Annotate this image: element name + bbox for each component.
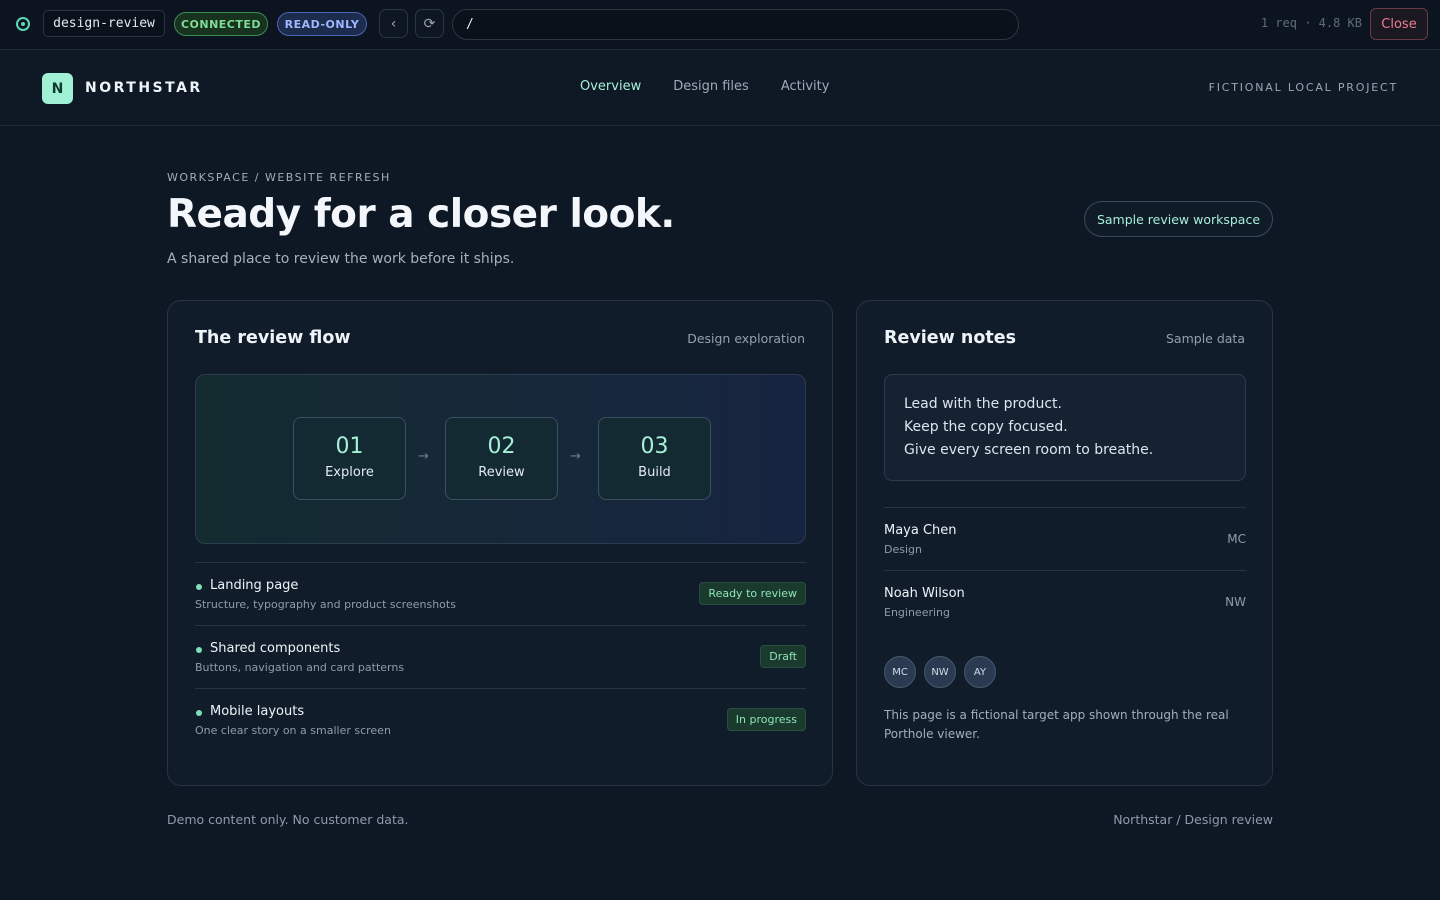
footer-location: Northstar / Design review [1113,812,1273,827]
project-tag: FICTIONAL LOCAL PROJECT [1208,81,1398,94]
list-item[interactable]: Mobile layouts One clear story on a smal… [195,688,806,751]
brand-logo-icon[interactable]: N [42,73,73,104]
card-meta: Design exploration [687,331,805,346]
notes-box: Lead with the product. Keep the copy foc… [884,374,1246,481]
reviewer-initials: NW [1225,595,1246,609]
item-title: Shared components [210,641,341,656]
flow-diagram: 01 Explore → 02 Review → 03 Build [195,374,806,544]
list-item[interactable]: Shared components Buttons, navigation an… [195,625,806,688]
url-text: / [466,17,474,32]
avatar[interactable]: AY [964,656,996,688]
item-title: Mobile layouts [210,704,305,719]
review-item-list: Landing page Structure, typography and p… [195,562,806,751]
card-title: Review notes [884,328,1017,348]
viewer-footnote: This page is a fictional target app show… [884,708,1229,741]
reload-icon: ⟳ [423,15,436,32]
note-line: Lead with the product. [904,396,1062,412]
breadcrumb: WORKSPACE / WEBSITE REFRESH [167,171,391,184]
viewer-toolbar: design-review CONNECTED READ-ONLY ‹ ⟳ / … [0,0,1440,50]
review-flow-card: The review flow Design exploration 01 Ex… [167,300,833,786]
status-dot-icon [196,584,202,590]
step-explore[interactable]: 01 Explore [293,417,406,500]
reviewer-initials: MC [1227,532,1246,546]
arrow-right-icon: → [418,449,429,464]
avatar[interactable]: NW [924,656,956,688]
note-line: Keep the copy focused. [904,419,1068,435]
footer-disclaimer: Demo content only. No customer data. [167,812,409,827]
close-button[interactable]: Close [1370,8,1428,40]
request-stats: 1 req · 4.8 KB [1260,16,1362,30]
review-notes-card: Review notes Sample data Lead with the p… [856,300,1273,786]
avatar-group: MC NW AY [884,656,996,688]
list-item[interactable]: Landing page Structure, typography and p… [195,562,806,625]
nav-design-files[interactable]: Design files [673,79,749,94]
reviewer-list: Maya Chen Design MC Noah Wilson Engineer… [884,507,1246,633]
status-dot-icon [196,710,202,716]
project-name[interactable]: design-review [43,10,165,37]
note-line: Give every screen room to breathe. [904,442,1154,458]
avatar[interactable]: MC [884,656,916,688]
card-meta: Sample data [1166,331,1245,346]
url-bar[interactable]: / [452,9,1019,40]
step-label: Explore [325,465,374,480]
reload-button[interactable]: ⟳ [415,9,444,38]
nav-activity[interactable]: Activity [781,79,830,94]
status-badge: In progress [726,708,806,731]
step-build[interactable]: 03 Build [598,417,711,500]
page-subtitle: A shared place to review the work before… [167,251,515,267]
brand-name[interactable]: NORTHSTAR [85,80,203,96]
reviewer-name: Maya Chen [884,523,957,538]
reviewer-role: Engineering [884,606,950,619]
step-review[interactable]: 02 Review [445,417,558,500]
step-number: 01 [335,434,364,459]
reviewer-row[interactable]: Noah Wilson Engineering NW [884,570,1246,633]
back-button[interactable]: ‹ [379,9,408,38]
step-label: Review [478,465,525,480]
app-header: N NORTHSTAR Overview Design files Activi… [0,50,1440,126]
status-badge: Draft [760,645,806,668]
reviewer-role: Design [884,543,922,556]
reviewer-name: Noah Wilson [884,586,965,601]
status-dot-icon [196,647,202,653]
chevron-left-icon: ‹ [390,15,397,32]
read-only-badge: READ-ONLY [277,12,367,36]
sample-workspace-button[interactable]: Sample review workspace [1084,201,1273,237]
item-description: One clear story on a smaller screen [195,724,391,737]
nav-overview[interactable]: Overview [580,79,641,94]
arrow-right-icon: → [570,449,581,464]
step-number: 02 [487,434,516,459]
card-title: The review flow [195,328,351,348]
step-label: Build [638,465,671,480]
reviewer-row[interactable]: Maya Chen Design MC [884,507,1246,570]
item-description: Buttons, navigation and card patterns [195,661,405,674]
page-title: Ready for a closer look. [167,192,675,237]
connected-badge: CONNECTED [174,12,268,36]
item-description: Structure, typography and product screen… [195,598,456,611]
item-title: Landing page [210,578,299,593]
step-number: 03 [640,434,669,459]
porthole-logo-icon [16,17,30,31]
status-badge: Ready to review [699,582,806,605]
main-nav: Overview Design files Activity [580,79,829,94]
